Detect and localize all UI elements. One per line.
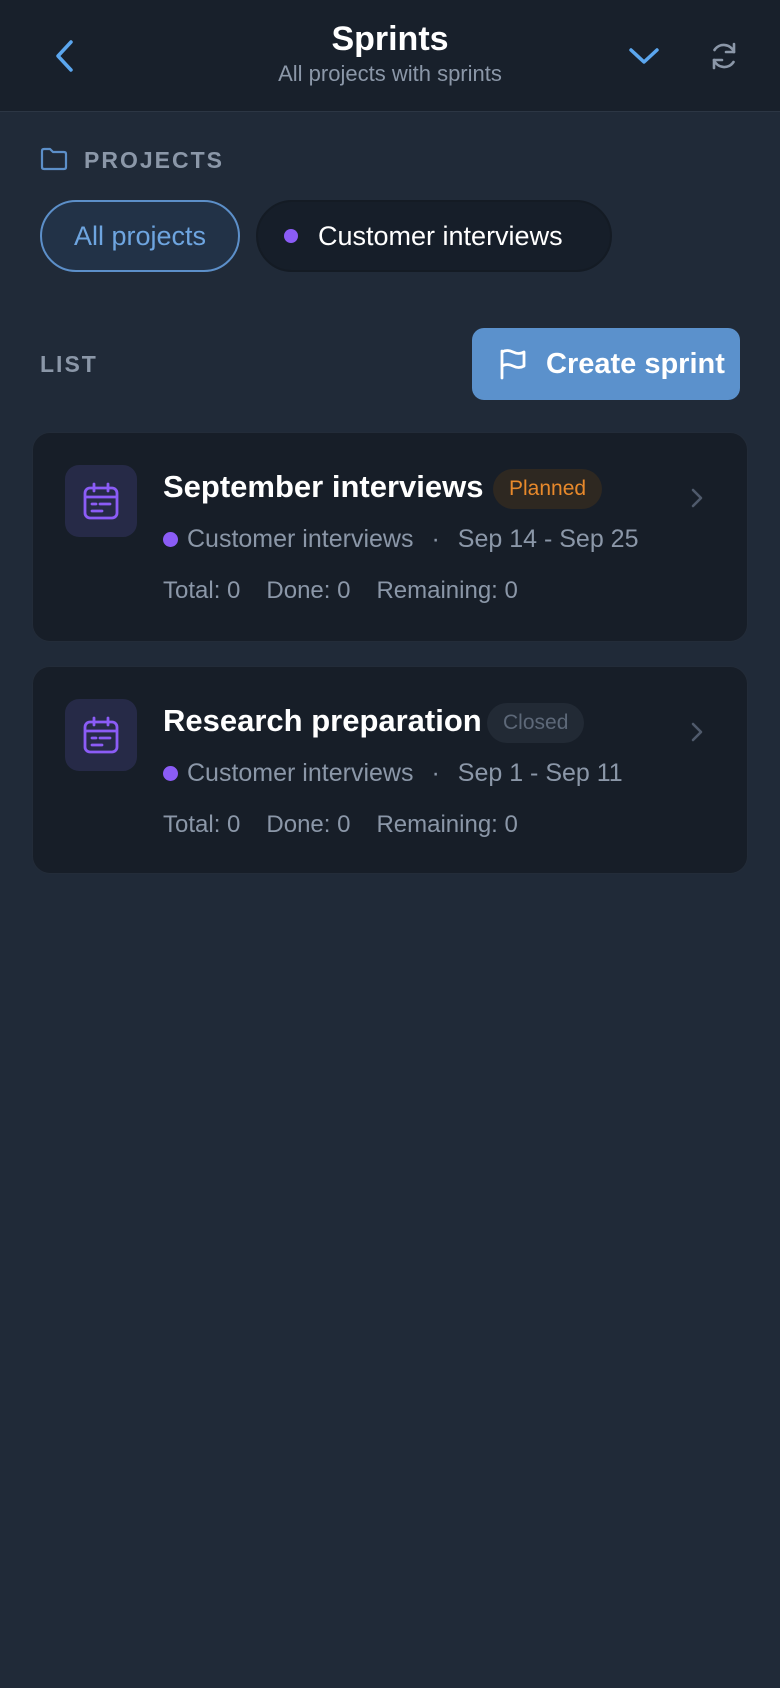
calendar-icon <box>83 716 119 754</box>
status-badge: Closed <box>487 703 585 743</box>
project-color-dot <box>163 766 178 781</box>
refresh-button[interactable] <box>704 36 744 76</box>
sprint-project: Customer interviews <box>187 525 414 553</box>
stat-remaining: Remaining: 0 <box>376 811 518 838</box>
status-badge: Planned <box>493 469 603 509</box>
stat-total: Total: 0 <box>163 811 241 838</box>
project-chip-all[interactable]: All projects <box>40 200 240 272</box>
sprint-icon-box <box>65 465 137 537</box>
chevron-right-icon <box>691 488 703 508</box>
list-section-label: LIST <box>40 351 98 377</box>
sprint-dates: Sep 1 - Sep 11 <box>457 759 623 787</box>
sprint-name: Research preparation <box>163 703 482 738</box>
project-color-dot <box>163 532 178 547</box>
flag-icon <box>500 349 526 380</box>
sprint-card[interactable]: September interviews Planned Customer in… <box>32 432 748 642</box>
stat-total: Total: 0 <box>163 577 241 604</box>
folder-icon <box>40 147 68 171</box>
sprint-meta: Customer interviews · Sep 14 - Sep 25 <box>163 525 638 554</box>
project-color-dot <box>284 229 298 243</box>
sprint-stats: Total: 0 Done: 0 Remaining: 0 <box>163 811 544 839</box>
refresh-icon <box>712 42 736 70</box>
create-sprint-button[interactable]: Create sprint <box>472 328 740 400</box>
sprint-icon-box <box>65 699 137 771</box>
sprint-project: Customer interviews <box>187 759 414 787</box>
sprint-name: September interviews <box>163 469 484 504</box>
sprint-card[interactable]: Research preparation Closed Customer int… <box>32 666 748 874</box>
stat-done: Done: 0 <box>266 577 351 604</box>
project-chip-customer-interviews[interactable]: Customer interviews <box>256 200 612 272</box>
calendar-icon <box>83 482 119 520</box>
stat-done: Done: 0 <box>266 811 351 838</box>
meta-separator: · <box>431 759 440 787</box>
chevron-right-icon <box>691 722 703 742</box>
chevron-down-icon <box>629 48 659 64</box>
sprint-dates: Sep 14 - Sep 25 <box>457 525 639 553</box>
stat-remaining: Remaining: 0 <box>376 577 518 604</box>
projects-section-label: PROJECTS <box>84 147 224 173</box>
project-chip-label: All projects <box>73 220 207 251</box>
sprint-stats: Total: 0 Done: 0 Remaining: 0 <box>163 577 544 605</box>
create-sprint-label: Create sprint <box>546 347 725 380</box>
dropdown-button[interactable] <box>624 36 664 76</box>
top-bar: Sprints All projects with sprints <box>0 0 780 112</box>
meta-separator: · <box>431 525 440 553</box>
project-chip-label: Customer interviews <box>318 220 563 251</box>
sprint-meta: Customer interviews · Sep 1 - Sep 11 <box>163 759 623 788</box>
